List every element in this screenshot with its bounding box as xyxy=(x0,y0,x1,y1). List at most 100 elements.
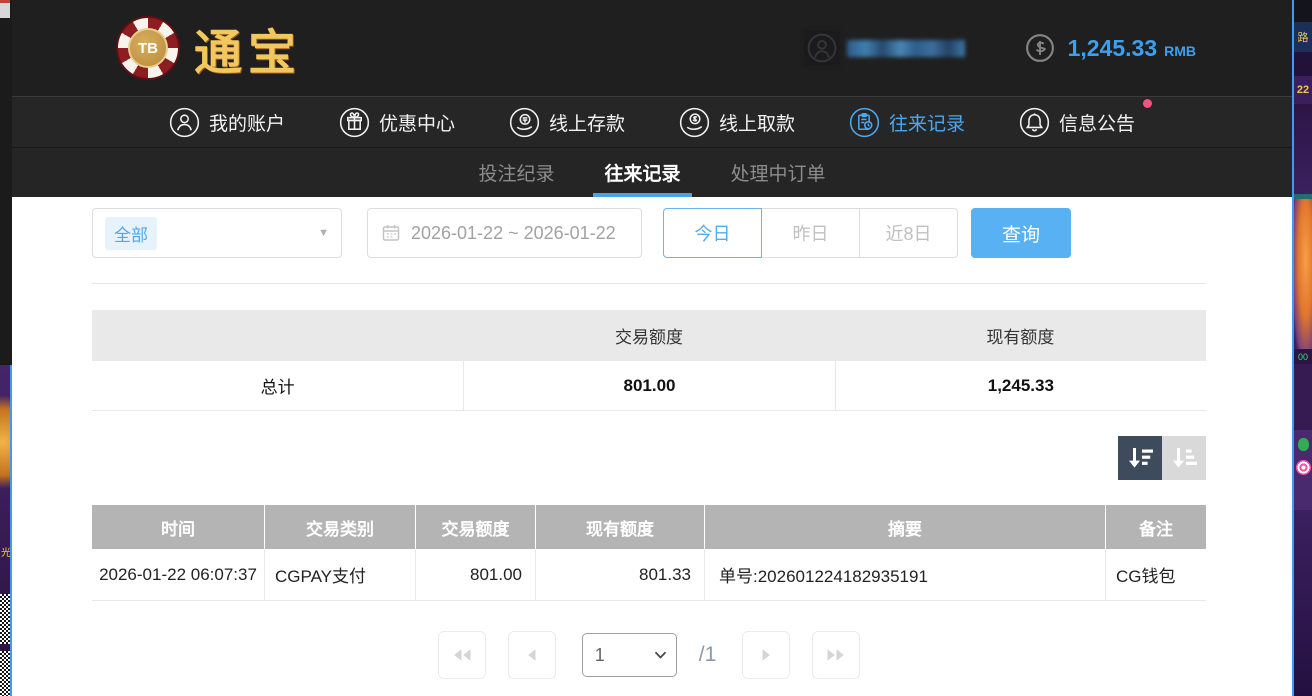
background-right-dark xyxy=(1294,52,1312,76)
records-header-row: 时间 交易类别 交易额度 现有额度 摘要 备注 xyxy=(92,505,1206,549)
page-content: 全部 ▼ 2026-01-22 ~ 2026-01-22 今日 xyxy=(92,208,1206,679)
wallet-dollar-icon xyxy=(1025,33,1055,63)
nav-label: 信息公告 xyxy=(1059,109,1135,136)
brand-name: 通宝 xyxy=(194,13,302,83)
first-page-button[interactable] xyxy=(438,631,486,679)
search-button[interactable]: 查询 xyxy=(971,208,1071,258)
nav-label: 我的账户 xyxy=(209,109,285,136)
background-right-bottom xyxy=(1294,510,1312,696)
chip-label: TB xyxy=(128,28,168,68)
records-table: 时间 交易类别 交易额度 现有额度 摘要 备注 2026-01-22 06:07… xyxy=(92,505,1206,601)
filter-bar: 全部 ▼ 2026-01-22 ~ 2026-01-22 今日 xyxy=(92,208,1206,258)
quick-range-today[interactable]: 今日 xyxy=(663,208,762,258)
sort-ascending-button[interactable] xyxy=(1162,436,1206,480)
username-redacted[interactable] xyxy=(847,40,965,57)
nav-item-deposit[interactable]: 线上存款 xyxy=(509,107,625,138)
tab-transaction-records[interactable]: 往来记录 xyxy=(601,148,683,197)
background-window-left: 光 xyxy=(0,0,12,696)
col-amount: 交易额度 xyxy=(416,505,536,549)
notification-dot xyxy=(1143,99,1152,108)
background-right-text: 路 xyxy=(1294,22,1312,52)
prev-page-button[interactable] xyxy=(508,631,556,679)
col-balance: 现有额度 xyxy=(536,505,705,549)
nav-item-account[interactable]: 我的账户 xyxy=(169,107,285,138)
summary-header-row: 交易额度 现有额度 xyxy=(92,310,1206,361)
poker-chip-icon: TB xyxy=(116,16,180,80)
nav-item-records[interactable]: 往来记录 xyxy=(849,107,965,138)
col-summary: 摘要 xyxy=(705,505,1106,549)
withdraw-coin-icon xyxy=(679,107,710,138)
summary-col-empty xyxy=(92,310,463,361)
section-divider xyxy=(92,283,1206,284)
quick-range-yesterday[interactable]: 昨日 xyxy=(761,208,860,258)
summary-balance-value: 1,245.33 xyxy=(835,361,1206,410)
nav-label: 线上取款 xyxy=(719,109,795,136)
summary-col-balance: 现有额度 xyxy=(835,310,1206,361)
background-candy-graphic xyxy=(1294,430,1312,510)
chevron-down-icon: ▼ xyxy=(318,227,329,239)
deposit-coin-icon xyxy=(509,107,540,138)
pagination: 1 /1 xyxy=(92,631,1206,679)
summary-table: 交易额度 现有额度 总计 801.00 1,245.33 xyxy=(92,310,1206,411)
screen: 光 TB 通宝 xyxy=(0,0,1312,696)
balance-currency: RMB xyxy=(1164,43,1196,59)
background-right-purple2 xyxy=(1294,364,1312,430)
site-header: TB 通宝 1,245.33 xyxy=(12,0,1292,96)
col-type: 交易类别 xyxy=(265,505,416,549)
category-select[interactable]: 全部 ▼ xyxy=(92,208,342,258)
brand-logo[interactable]: TB 通宝 xyxy=(116,13,302,83)
next-page-button[interactable] xyxy=(742,631,790,679)
bell-icon xyxy=(1019,107,1050,138)
cell-amount: 801.00 xyxy=(416,549,536,600)
nav-label: 往来记录 xyxy=(889,109,965,136)
date-range-picker[interactable]: 2026-01-22 ~ 2026-01-22 xyxy=(367,208,642,258)
cell-type: CGPAY支付 xyxy=(265,549,416,600)
browser-window: TB 通宝 1,245.33 xyxy=(12,0,1292,696)
col-time: 时间 xyxy=(92,505,265,549)
quick-range-group: 今日 昨日 近8日 xyxy=(663,208,958,258)
background-right-purple xyxy=(1294,104,1312,194)
col-note: 备注 xyxy=(1106,505,1206,549)
calendar-icon xyxy=(381,223,401,243)
lollipop-graphic xyxy=(1296,460,1311,475)
nav-label: 线上存款 xyxy=(549,109,625,136)
sort-controls xyxy=(92,436,1206,480)
balance-amount: 1,245.33 xyxy=(1068,35,1158,62)
date-range-value: 2026-01-22 ~ 2026-01-22 xyxy=(411,223,616,244)
cell-time: 2026-01-22 06:07:37 xyxy=(92,549,265,600)
background-fish-graphic xyxy=(1294,199,1312,349)
page-select[interactable]: 1 xyxy=(582,633,677,677)
background-window-left-top xyxy=(0,0,10,18)
tab-bet-records[interactable]: 投注纪录 xyxy=(475,148,557,197)
nav-item-withdrawal[interactable]: 线上取款 xyxy=(679,107,795,138)
cell-summary: 单号:202601224182935191 xyxy=(705,549,1106,600)
nav-item-promotions[interactable]: 优惠中心 xyxy=(339,107,455,138)
background-right-gold-text: 22 xyxy=(1294,76,1312,104)
cell-note: CG钱包 xyxy=(1106,549,1206,600)
user-avatar-icon[interactable] xyxy=(807,33,837,63)
tab-pending-orders[interactable]: 处理中订单 xyxy=(728,148,829,197)
summary-total-row: 总计 801.00 1,245.33 xyxy=(92,361,1206,411)
cell-balance: 801.33 xyxy=(536,549,705,600)
sort-descending-button[interactable] xyxy=(1118,436,1162,480)
page-total: /1 xyxy=(699,643,717,667)
gift-icon xyxy=(339,107,370,138)
quick-range-last8days[interactable]: 近8日 xyxy=(859,208,958,258)
candy-green-graphic xyxy=(1298,438,1309,451)
summary-col-amount: 交易额度 xyxy=(463,310,834,361)
background-window-right: 路 22 00 xyxy=(1292,0,1312,696)
nav-item-announcements[interactable]: 信息公告 xyxy=(1019,107,1135,138)
last-page-button[interactable] xyxy=(812,631,860,679)
background-right-top xyxy=(1294,0,1312,22)
window-border xyxy=(1292,0,1294,696)
summary-total-label: 总计 xyxy=(92,361,463,410)
selected-category-tag: 全部 xyxy=(105,217,157,250)
user-area: 1,245.33 RMB xyxy=(807,0,1196,96)
record-tabs: 投注纪录 往来记录 处理中订单 xyxy=(12,147,1292,197)
clipboard-clock-icon xyxy=(849,107,880,138)
page-select-wrap: 1 xyxy=(582,633,677,677)
summary-amount-value: 801.00 xyxy=(463,361,834,410)
table-row: 2026-01-22 06:07:37 CGPAY支付 801.00 801.3… xyxy=(92,549,1206,601)
nav-label: 优惠中心 xyxy=(379,109,455,136)
main-nav: 我的账户 优惠中心 xyxy=(12,96,1292,147)
